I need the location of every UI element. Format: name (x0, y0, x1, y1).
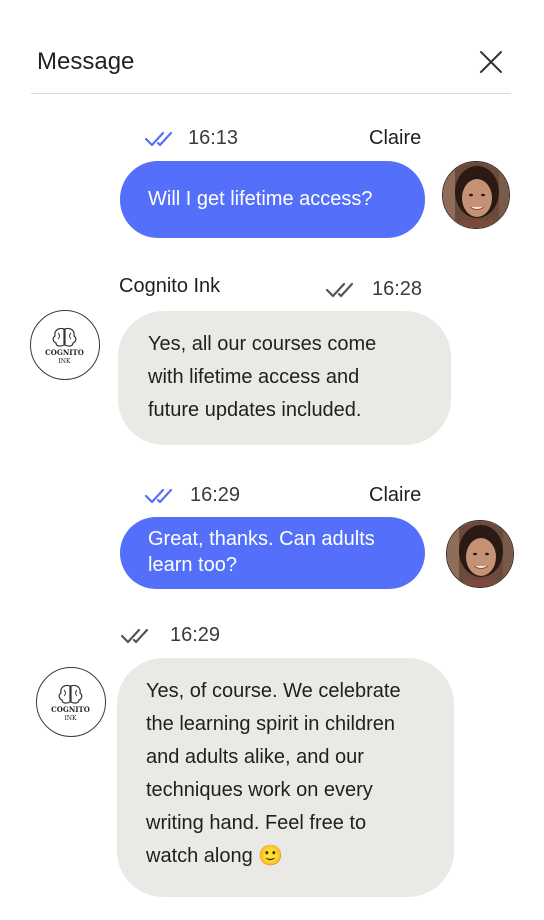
avatar-cognito-ink: COGNITO INK (30, 310, 100, 380)
close-button[interactable] (478, 49, 504, 75)
message-bubble: Yes, all our courses come with lifetime … (118, 311, 451, 445)
brain-icon (58, 684, 83, 704)
message-time: 16:29 (170, 624, 221, 646)
message-time: 16:28 (372, 278, 423, 300)
message-text-line: Great, thanks. Can adults (148, 528, 375, 550)
logo-text-sub: INK (64, 715, 77, 722)
logo-text-sub: INK (58, 358, 71, 365)
message-text-line: Yes, of course. We celebrate (146, 680, 401, 702)
read-receipt-icon (145, 131, 173, 147)
page-title: Message (37, 48, 135, 75)
message-text-line: techniques work on every (146, 779, 373, 801)
message-time: 16:13 (188, 127, 239, 149)
message-text-line: and adults alike, and our (146, 746, 364, 768)
message-text-line: learn too? (148, 554, 237, 576)
message-time: 16:29 (190, 484, 241, 506)
logo-text: COGNITO (45, 348, 84, 357)
read-receipt-icon (145, 488, 173, 504)
message-text-line: the learning spirit in children (146, 713, 396, 735)
avatar-claire (442, 161, 510, 229)
message-bubble: Yes, of course. We celebrate the learnin… (117, 658, 454, 897)
message-sender: Cognito Ink (119, 275, 221, 297)
message-text-line: watch along 🙂 (146, 845, 284, 867)
read-receipt-icon (121, 628, 149, 644)
message-bubble: Will I get lifetime access? (120, 161, 425, 238)
message-sender: Claire (369, 484, 422, 506)
avatar-claire (446, 520, 514, 588)
avatar-cognito-ink: COGNITO INK (36, 667, 106, 737)
header-divider (31, 93, 511, 94)
message-text-line: future updates included. (148, 399, 362, 421)
message-text-line: with lifetime access and (148, 366, 360, 388)
brain-icon (52, 327, 77, 347)
message-text-line: writing hand. Feel free to (146, 812, 367, 834)
message-text-line: Yes, all our courses come (148, 333, 377, 355)
logo-text: COGNITO (51, 705, 90, 714)
read-receipt-icon (326, 282, 354, 298)
message-text: Will I get lifetime access? (148, 188, 373, 210)
message-sender: Claire (369, 127, 422, 149)
close-icon (480, 51, 502, 73)
message-bubble: Great, thanks. Can adults learn too? (120, 517, 425, 589)
